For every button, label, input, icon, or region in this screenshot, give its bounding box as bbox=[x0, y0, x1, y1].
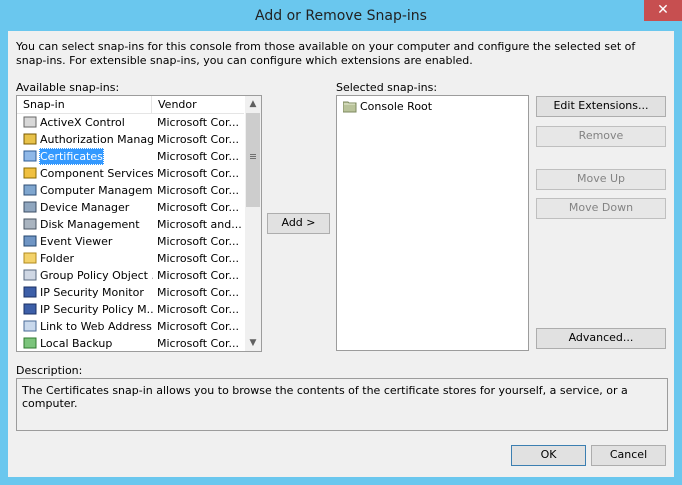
scroll-up-arrow-icon[interactable]: ▲ bbox=[245, 96, 261, 112]
list-item[interactable]: Authorization Manager Microsoft Cor... bbox=[17, 131, 244, 148]
snapin-vendor: Microsoft Cor... bbox=[157, 320, 239, 333]
ip-security-policy-icon bbox=[23, 303, 37, 315]
component-services-icon bbox=[23, 167, 37, 179]
certificates-icon bbox=[23, 150, 37, 162]
close-icon: ✕ bbox=[657, 2, 669, 18]
snapin-name: IP Security Monitor bbox=[40, 286, 144, 299]
snapin-name: Event Viewer bbox=[40, 235, 113, 248]
snapin-name: IP Security Policy M... bbox=[40, 303, 153, 316]
list-item[interactable]: Group Policy Object ... Microsoft Cor... bbox=[17, 267, 244, 284]
dialog-client-area: You can select snap-ins for this console… bbox=[8, 31, 674, 477]
list-item[interactable]: Folder Microsoft Cor... bbox=[17, 250, 244, 267]
snapin-vendor: Microsoft Cor... bbox=[157, 286, 239, 299]
web-link-icon bbox=[23, 320, 37, 332]
snapin-vendor: Microsoft Cor... bbox=[157, 167, 239, 180]
list-item[interactable]: IP Security Monitor Microsoft Cor... bbox=[17, 284, 244, 301]
list-item[interactable]: Certificates Microsoft Cor... bbox=[17, 148, 244, 165]
move-down-button[interactable]: Move Down bbox=[536, 198, 666, 219]
scroll-down-arrow-icon[interactable]: ▼ bbox=[245, 335, 261, 351]
description-label: Description: bbox=[16, 364, 83, 377]
column-header-vendor[interactable]: Vendor bbox=[158, 98, 197, 111]
intro-text: You can select snap-ins for this console… bbox=[16, 40, 636, 67]
selected-snapins-label: Selected snap-ins: bbox=[336, 81, 438, 94]
dialog-window: Add or Remove Snap-ins ✕ You can select … bbox=[0, 0, 682, 485]
snapin-vendor: Microsoft Cor... bbox=[157, 269, 239, 282]
description-text: The Certificates snap-in allows you to b… bbox=[22, 384, 628, 410]
list-item[interactable]: Disk Management Microsoft and... bbox=[17, 216, 244, 233]
snapin-name: Group Policy Object ... bbox=[40, 269, 153, 282]
vertical-scrollbar[interactable]: ▲ ▼ bbox=[245, 96, 261, 351]
folder-icon bbox=[343, 101, 357, 113]
column-header-snapin[interactable]: Snap-in bbox=[23, 98, 65, 111]
ok-button[interactable]: OK bbox=[511, 445, 586, 466]
list-item[interactable]: IP Security Policy M... Microsoft Cor... bbox=[17, 301, 244, 318]
snapin-vendor: Microsoft Cor... bbox=[157, 116, 239, 129]
snapin-name: Device Manager bbox=[40, 201, 130, 214]
list-item[interactable]: Local Backup Microsoft Cor... bbox=[17, 335, 244, 350]
snapin-vendor: Microsoft Cor... bbox=[157, 201, 239, 214]
activex-icon bbox=[23, 116, 37, 128]
add-button[interactable]: Add > bbox=[267, 213, 330, 234]
snapin-vendor: Microsoft Cor... bbox=[157, 337, 239, 350]
remove-button[interactable]: Remove bbox=[536, 126, 666, 147]
list-item[interactable]: Link to Web Address Microsoft Cor... bbox=[17, 318, 244, 335]
computer-management-icon bbox=[23, 184, 37, 196]
snapin-name: Certificates bbox=[39, 148, 104, 165]
tree-item-label: Console Root bbox=[360, 100, 433, 113]
close-button[interactable]: ✕ bbox=[644, 0, 682, 21]
snapin-name: Disk Management bbox=[40, 218, 140, 231]
list-item[interactable]: ActiveX Control Microsoft Cor... bbox=[17, 114, 244, 131]
advanced-button[interactable]: Advanced... bbox=[536, 328, 666, 349]
snapin-name: ActiveX Control bbox=[40, 116, 125, 129]
snapin-name: Component Services bbox=[40, 167, 153, 180]
event-viewer-icon bbox=[23, 235, 37, 247]
snapin-vendor: Microsoft Cor... bbox=[157, 184, 239, 197]
list-item[interactable]: Component Services Microsoft Cor... bbox=[17, 165, 244, 182]
folder-icon bbox=[23, 252, 37, 264]
snapin-name: Authorization Manager bbox=[40, 133, 153, 146]
window-title: Add or Remove Snap-ins bbox=[255, 8, 427, 24]
list-column-header: Snap-in Vendor bbox=[17, 96, 244, 114]
title-bar[interactable]: Add or Remove Snap-ins ✕ bbox=[0, 0, 682, 31]
list-item[interactable]: Device Manager Microsoft Cor... bbox=[17, 199, 244, 216]
move-up-button[interactable]: Move Up bbox=[536, 169, 666, 190]
snapin-name: Computer Managem... bbox=[40, 184, 153, 197]
description-box: The Certificates snap-in allows you to b… bbox=[16, 378, 668, 431]
cancel-button[interactable]: Cancel bbox=[591, 445, 666, 466]
snapin-vendor: Microsoft Cor... bbox=[157, 303, 239, 316]
snapin-vendor: Microsoft Cor... bbox=[157, 235, 239, 248]
local-backup-icon bbox=[23, 337, 37, 349]
snapin-vendor: Microsoft Cor... bbox=[157, 133, 239, 146]
group-policy-icon bbox=[23, 269, 37, 281]
snapin-rows: ActiveX Control Microsoft Cor... Authoriza… bbox=[17, 114, 244, 350]
snapin-name: Link to Web Address bbox=[40, 320, 152, 333]
list-item[interactable]: Event Viewer Microsoft Cor... bbox=[17, 233, 244, 250]
snapin-vendor: Microsoft Cor... bbox=[157, 252, 239, 265]
snapin-vendor: Microsoft Cor... bbox=[157, 150, 239, 163]
grip-icon bbox=[250, 154, 256, 155]
list-item[interactable]: Computer Managem... Microsoft Cor... bbox=[17, 182, 244, 199]
snapin-vendor: Microsoft and... bbox=[157, 218, 242, 231]
ip-security-monitor-icon bbox=[23, 286, 37, 298]
edit-extensions-button[interactable]: Edit Extensions... bbox=[536, 96, 666, 117]
authorization-icon bbox=[23, 133, 37, 145]
column-divider[interactable] bbox=[151, 96, 152, 113]
scrollbar-thumb[interactable] bbox=[246, 113, 260, 207]
snapin-name: Folder bbox=[40, 252, 74, 265]
available-snapins-label: Available snap-ins: bbox=[16, 81, 120, 94]
device-manager-icon bbox=[23, 201, 37, 213]
snapin-name: Local Backup bbox=[40, 337, 113, 350]
selected-snapins-list[interactable]: Console Root bbox=[336, 95, 529, 351]
available-snapins-list[interactable]: Snap-in Vendor ActiveX Control Microsoft … bbox=[16, 95, 262, 352]
disk-management-icon bbox=[23, 218, 37, 230]
